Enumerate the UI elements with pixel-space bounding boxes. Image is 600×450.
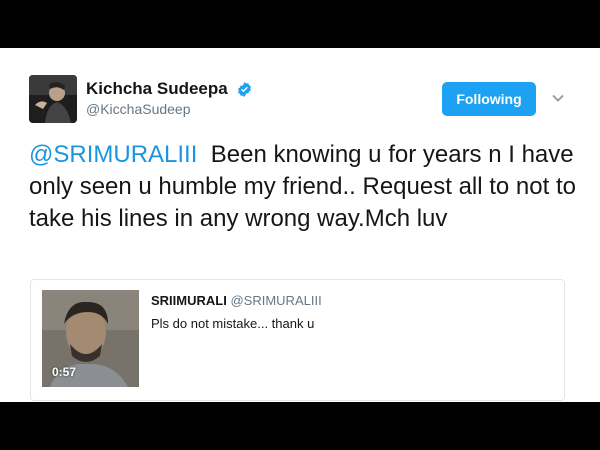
quoted-text: Pls do not mistake... thank u — [151, 316, 315, 331]
quoted-tweet[interactable]: 0:57 SRIIMURALI @SRIMURALIII Pls do not … — [30, 279, 565, 401]
tweet-card: Kichcha Sudeepa @KicchaSudeep Following … — [0, 48, 600, 402]
video-duration: 0:57 — [52, 365, 77, 379]
following-button[interactable]: Following — [442, 82, 536, 116]
author-display-name[interactable]: Kichcha Sudeepa — [86, 79, 228, 99]
verified-badge-icon — [238, 81, 252, 97]
mention-link[interactable]: @SRIMURALIII — [29, 141, 197, 168]
author-avatar[interactable] — [29, 75, 77, 123]
quoted-author: SRIIMURALI @SRIMURALIII — [151, 293, 322, 308]
avatar-image — [29, 75, 77, 123]
quoted-display-name[interactable]: SRIIMURALI — [151, 293, 227, 308]
chevron-down-icon[interactable] — [551, 91, 565, 105]
tweet-body: @SRIMURALIII Been knowing u for years n … — [29, 139, 579, 235]
author-handle[interactable]: @KicchaSudeep — [86, 101, 253, 117]
quoted-handle[interactable]: @SRIMURALIII — [230, 293, 321, 308]
video-thumbnail[interactable]: 0:57 — [42, 290, 139, 387]
author-name-block: Kichcha Sudeepa @KicchaSudeep — [86, 79, 253, 117]
